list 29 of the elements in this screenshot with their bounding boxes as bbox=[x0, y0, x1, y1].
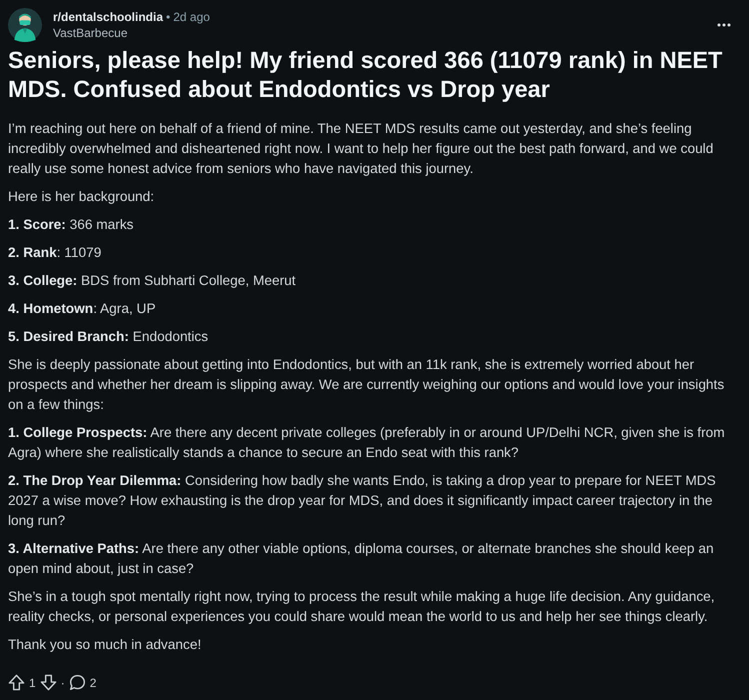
post-paragraph: 1. Score: 366 marks bbox=[8, 216, 135, 234]
post-paragraph: Thank you so much in advance! bbox=[8, 636, 202, 654]
more-options-icon bbox=[717, 23, 731, 27]
post-paragraph: She is deeply passionate about getting into Endodontics, but with an 11k rank, she is extremely worried about her prospects and whether her dream is slipping away. We are currently weighing our options and would love your insights on a few things: bbox=[8, 356, 726, 414]
post-paragraph: Here is her background: bbox=[8, 188, 156, 206]
separator-dot: · bbox=[60, 676, 65, 690]
upvote-icon bbox=[8, 674, 25, 691]
vote-count: 1 bbox=[29, 676, 36, 690]
post-title: Seniors, please help! My friend scored 366 (11079 rank) in NEET MDS. Confused about Endodontics vs Drop year bbox=[8, 46, 724, 104]
post-paragraph: 3. Alternative Paths: Are there any other viable options, diploma courses, or alternate branches she should keep an open mind about, just in case? bbox=[8, 540, 715, 578]
comment-count: 2 bbox=[90, 676, 96, 690]
post-paragraph: 3. College: BDS from Subharti College, Meerut bbox=[8, 272, 297, 290]
post-paragraph: 4. Hometown: Agra, UP bbox=[8, 300, 157, 318]
post-paragraph: I’m reaching out here on behalf of a friend of mine. The NEET MDS results came out yesterday, and she’s feeling incredibly overwhelmed and disheartened right now. I want to help her figure out the best path forward, and we could really use some honest advice from seniors who have navigated this journey. bbox=[8, 120, 714, 178]
post-age: 2d ago bbox=[173, 10, 210, 24]
author-name[interactable]: VastBarbecue bbox=[53, 26, 128, 40]
comments-button[interactable] bbox=[68, 674, 86, 691]
downvote-button[interactable] bbox=[40, 674, 57, 691]
comment-bubble-icon bbox=[68, 674, 86, 691]
post-paragraph: 5. Desired Branch: Endodontics bbox=[8, 328, 210, 346]
subreddit-link[interactable]: r/dentalschoolindia bbox=[53, 10, 164, 24]
post-paragraph: 2. The Drop Year Dilemma: Considering how badly she wants Endo, is taking a drop year to prepare for NEET MDS 2027 a wise move? How exhausting is the drop year for MDS, and does it significantly impact career trajectory in the long run? bbox=[8, 472, 717, 530]
avatar-icon[interactable] bbox=[8, 8, 42, 42]
post-paragraph: 1. College Prospects: Are there any decent private colleges (preferably in or around UP/Delhi NCR, given she is from Agra) where she realistically stands a chance to secure an Endo seat with this rank? bbox=[8, 424, 726, 462]
upvote-button[interactable] bbox=[8, 674, 25, 691]
separator-dot: • bbox=[166, 10, 170, 24]
post-paragraph: 2. Rank: 11079 bbox=[8, 244, 102, 262]
post-paragraph: She’s in a tough spot mentally right now, trying to process the result while making a huge life decision. Any guidance, reality checks, or personal experiences you could share would mean the world to us and help her see things clearly. bbox=[8, 588, 716, 626]
downvote-icon bbox=[40, 674, 57, 691]
